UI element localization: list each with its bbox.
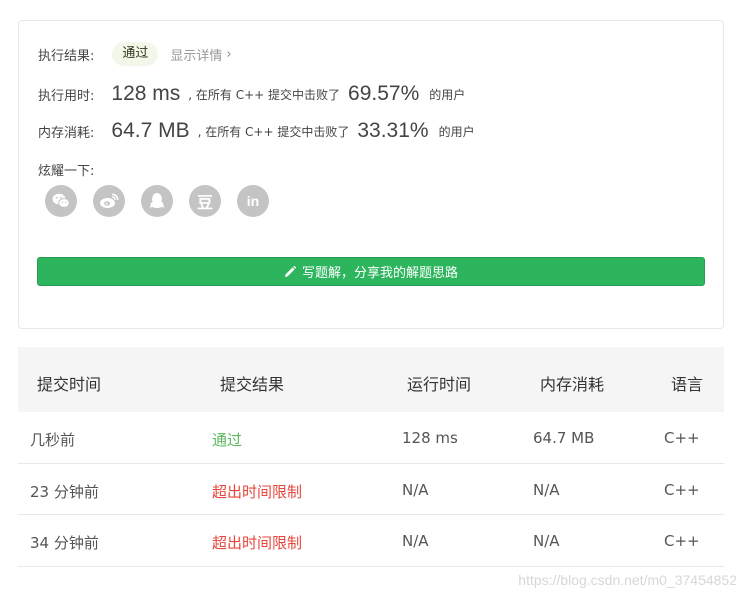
- row-memory: N/A: [533, 532, 560, 550]
- row-language: C++: [664, 532, 700, 550]
- table-row: 34 分钟前 超出时间限制 N/A N/A C++: [18, 515, 724, 567]
- memory-suffix: 的用户: [438, 124, 475, 139]
- table-row: 23 分钟前 超出时间限制 N/A N/A C++: [18, 464, 724, 515]
- status-label: 执行结果:: [38, 48, 95, 64]
- douban-glyph: 豆: [196, 193, 213, 212]
- row-result-link[interactable]: 超出时间限制: [212, 481, 302, 502]
- write-solution-button[interactable]: 写题解，分享我的解题思路: [37, 257, 705, 286]
- linkedin-icon[interactable]: in: [237, 185, 269, 217]
- memory-label: 内存消耗:: [38, 125, 95, 141]
- share-icons: 豆 in: [45, 185, 285, 217]
- qq-icon[interactable]: [141, 185, 173, 217]
- wechat-icon[interactable]: [45, 185, 77, 217]
- header-memory: 内存消耗: [540, 375, 605, 394]
- runtime-beat-text: , 在所有 C++ 提交中击败了: [188, 87, 341, 102]
- row-runtime: 128 ms: [402, 429, 458, 447]
- status-badge: 通过: [112, 42, 159, 66]
- row-language: C++: [664, 429, 700, 447]
- weibo-icon[interactable]: [93, 185, 125, 217]
- chevron-right-icon: ›: [226, 46, 232, 62]
- share-row: 炫耀一下:: [38, 160, 94, 179]
- table-row: 几秒前 通过 128 ms 64.7 MB C++: [18, 412, 724, 464]
- row-runtime: N/A: [402, 480, 429, 499]
- row-memory: N/A: [533, 480, 560, 499]
- write-solution-label: 写题解，分享我的解题思路: [301, 266, 458, 281]
- row-language: C++: [664, 480, 700, 499]
- memory-beat-text: , 在所有 C++ 提交中击败了: [197, 124, 350, 139]
- submissions-table: 提交时间 提交结果 运行时间 内存消耗 语言 几秒前 通过 128 ms 64.…: [18, 347, 724, 567]
- memory-percent: 33.31%: [357, 119, 429, 142]
- runtime-percent: 69.57%: [348, 82, 420, 105]
- runtime-value: 128 ms: [111, 82, 181, 105]
- row-result-link[interactable]: 通过: [212, 429, 242, 450]
- row-time: 23 分钟前: [30, 482, 99, 501]
- runtime-label: 执行用时:: [38, 88, 95, 104]
- row-runtime: N/A: [402, 532, 429, 550]
- header-language: 语言: [671, 375, 704, 394]
- pencil-icon: [284, 265, 296, 278]
- linkedin-glyph: in: [246, 193, 260, 209]
- status-row: 执行结果: 通过 显示详情 ›: [38, 42, 232, 66]
- row-memory: 64.7 MB: [533, 429, 595, 447]
- table-header: 提交时间 提交结果 运行时间 内存消耗 语言: [18, 347, 724, 412]
- memory-row: 内存消耗: 64.7 MB , 在所有 C++ 提交中击败了 33.31% 的用…: [38, 119, 475, 143]
- douban-icon[interactable]: 豆: [189, 185, 221, 217]
- runtime-suffix: 的用户: [429, 87, 466, 102]
- runtime-row: 执行用时: 128 ms , 在所有 C++ 提交中击败了 69.57% 的用户: [38, 82, 465, 106]
- header-runtime: 运行时间: [407, 375, 472, 394]
- show-details-label: 显示详情: [170, 48, 223, 64]
- row-time: 几秒前: [30, 431, 76, 449]
- result-card: 执行结果: 通过 显示详情 › 执行用时: 128 ms , 在所有 C++ 提…: [18, 20, 724, 329]
- show-details-link[interactable]: 显示详情 ›: [170, 45, 231, 64]
- row-time: 34 分钟前: [30, 534, 99, 552]
- header-submit-time: 提交时间: [37, 375, 102, 394]
- share-label: 炫耀一下:: [38, 164, 95, 179]
- watermark: https://blog.csdn.net/m0_37454852: [518, 572, 737, 588]
- memory-value: 64.7 MB: [111, 119, 190, 142]
- row-result-link[interactable]: 超出时间限制: [212, 532, 302, 553]
- header-submit-result: 提交结果: [220, 375, 285, 394]
